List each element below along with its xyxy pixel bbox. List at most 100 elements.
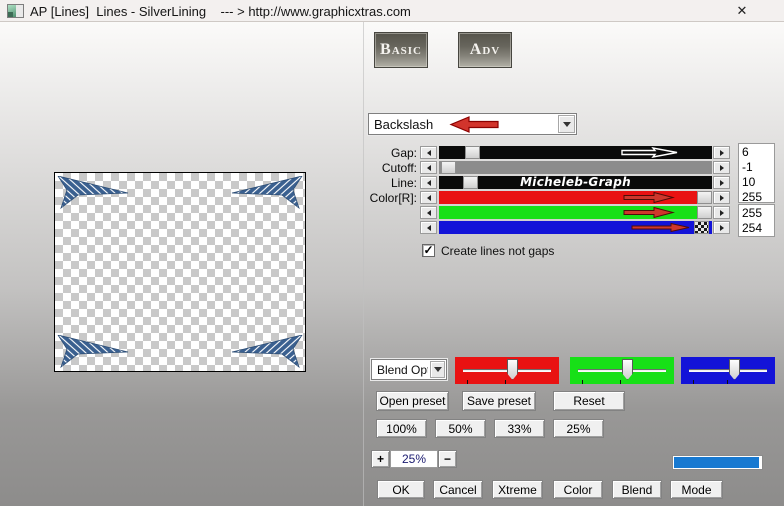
- color-progress-fill: [674, 457, 759, 468]
- blue-level-trackbar[interactable]: [681, 357, 775, 384]
- green-slider[interactable]: [439, 206, 712, 219]
- cutoff-value: -1: [742, 160, 774, 175]
- gap-slider-thumb[interactable]: [465, 146, 480, 159]
- line-value: 10: [742, 175, 774, 190]
- arrow-right-icon: [720, 165, 724, 171]
- line-slider-left-button[interactable]: [420, 176, 437, 189]
- blue-level-thumb[interactable]: [729, 359, 740, 380]
- color-b-value: 254: [742, 221, 774, 236]
- arrow-left-icon: [427, 150, 431, 156]
- red-level-trackbar[interactable]: [455, 357, 559, 384]
- preview-corner-shape: [57, 176, 129, 209]
- open-preset-button[interactable]: Open preset: [376, 391, 449, 411]
- red-slider-left-button[interactable]: [420, 191, 437, 204]
- zoom-100-button[interactable]: 100%: [376, 419, 427, 438]
- blend-options-value: Blend Opti: [377, 363, 428, 377]
- tick-mark: [467, 380, 468, 384]
- gap-slider-right-button[interactable]: [713, 146, 730, 159]
- line-slider[interactable]: Micheleb-Graph: [439, 176, 712, 189]
- red-slider-right-button[interactable]: [713, 191, 730, 204]
- arrow-right-icon: [720, 210, 724, 216]
- red-level-thumb[interactable]: [507, 359, 518, 380]
- tick-mark: [620, 380, 621, 384]
- line-label: Line:: [330, 176, 417, 190]
- trackbar-groove: [689, 369, 767, 372]
- reset-button[interactable]: Reset: [553, 391, 625, 411]
- panel-divider: [363, 22, 364, 506]
- zoom-25-button[interactable]: 25%: [553, 419, 604, 438]
- blue-slider-thumb[interactable]: [694, 221, 709, 234]
- line-slider-watermark: Micheleb-Graph: [439, 176, 712, 189]
- green-level-trackbar[interactable]: [570, 357, 674, 384]
- gap-slider-left-button[interactable]: [420, 146, 437, 159]
- zoom-plus-button[interactable]: +: [371, 450, 390, 468]
- green-level-thumb[interactable]: [622, 359, 633, 380]
- arrow-left-icon: [427, 210, 431, 216]
- green-slider-right-button[interactable]: [713, 206, 730, 219]
- arrow-right-icon: [720, 195, 724, 201]
- zoom-level-field[interactable]: 25%: [390, 450, 438, 468]
- cutoff-slider-left-button[interactable]: [420, 161, 437, 174]
- ok-button[interactable]: OK: [377, 480, 425, 499]
- gap-slider[interactable]: [439, 146, 712, 159]
- preview-corner-shape: [231, 335, 303, 368]
- arrow-left-icon: [427, 225, 431, 231]
- adv-button[interactable]: Adv: [458, 32, 512, 68]
- arrow-right-icon: [720, 180, 724, 186]
- save-preset-button[interactable]: Save preset: [462, 391, 536, 411]
- chevron-down-icon: [563, 122, 571, 127]
- color-g-value: 255: [742, 206, 774, 221]
- pattern-select[interactable]: Backslash: [368, 113, 577, 135]
- red-right-arrow-icon: [623, 207, 675, 218]
- window-title: AP [Lines] Lines - SilverLining --- > ht…: [30, 4, 411, 19]
- title-bar: AP [Lines] Lines - SilverLining --- > ht…: [0, 0, 784, 22]
- preview-corner-shape: [57, 335, 129, 368]
- slider-value-box-top[interactable]: 6 -1 10 255: [738, 143, 775, 203]
- blend-options-dropdown-button[interactable]: [430, 361, 445, 378]
- blue-slider-left-button[interactable]: [420, 221, 437, 234]
- xtreme-button[interactable]: Xtreme: [492, 480, 543, 499]
- mode-button[interactable]: Mode: [670, 480, 723, 499]
- blend-button[interactable]: Blend: [612, 480, 662, 499]
- cutoff-slider[interactable]: [439, 161, 712, 174]
- pattern-select-value: Backslash: [374, 117, 433, 132]
- arrow-right-icon: [720, 150, 724, 156]
- arrow-left-icon: [427, 165, 431, 171]
- color-progress-bar: [672, 455, 763, 470]
- cutoff-slider-right-button[interactable]: [713, 161, 730, 174]
- zoom-33-button[interactable]: 33%: [494, 419, 545, 438]
- red-right-arrow-icon: [631, 222, 691, 233]
- green-slider-thumb[interactable]: [697, 206, 712, 219]
- app-icon: [7, 4, 24, 18]
- color-button[interactable]: Color: [553, 480, 603, 499]
- blue-slider-right-button[interactable]: [713, 221, 730, 234]
- zoom-minus-button[interactable]: −: [438, 450, 457, 468]
- gap-label: Gap:: [330, 146, 417, 160]
- pattern-select-dropdown-button[interactable]: [558, 115, 575, 133]
- green-slider-left-button[interactable]: [420, 206, 437, 219]
- red-slider[interactable]: [439, 191, 712, 204]
- create-lines-checkbox[interactable]: ✓: [422, 244, 435, 257]
- basic-button[interactable]: Basic: [374, 32, 428, 68]
- red-right-arrow-icon: [623, 192, 675, 203]
- close-icon[interactable]: ✕: [732, 2, 752, 20]
- color-r-label: Color[R]:: [330, 191, 417, 205]
- red-left-arrow-icon: [449, 116, 499, 133]
- gap-value: 6: [742, 145, 774, 160]
- blue-slider[interactable]: [439, 221, 712, 234]
- tick-mark: [693, 380, 694, 384]
- color-r-value: 255: [742, 190, 774, 205]
- check-icon: ✓: [423, 243, 433, 257]
- cancel-button[interactable]: Cancel: [433, 480, 483, 499]
- cutoff-slider-thumb[interactable]: [441, 161, 456, 174]
- create-lines-label: Create lines not gaps: [441, 244, 554, 258]
- red-slider-thumb[interactable]: [697, 191, 712, 204]
- white-right-arrow-icon: [621, 147, 679, 158]
- slider-value-box-bottom[interactable]: 255 254: [738, 204, 775, 237]
- line-slider-right-button[interactable]: [713, 176, 730, 189]
- blend-options-select[interactable]: Blend Opti: [371, 359, 447, 380]
- line-slider-thumb[interactable]: [463, 176, 478, 189]
- arrow-right-icon: [720, 225, 724, 231]
- zoom-50-button[interactable]: 50%: [435, 419, 486, 438]
- arrow-left-icon: [427, 180, 431, 186]
